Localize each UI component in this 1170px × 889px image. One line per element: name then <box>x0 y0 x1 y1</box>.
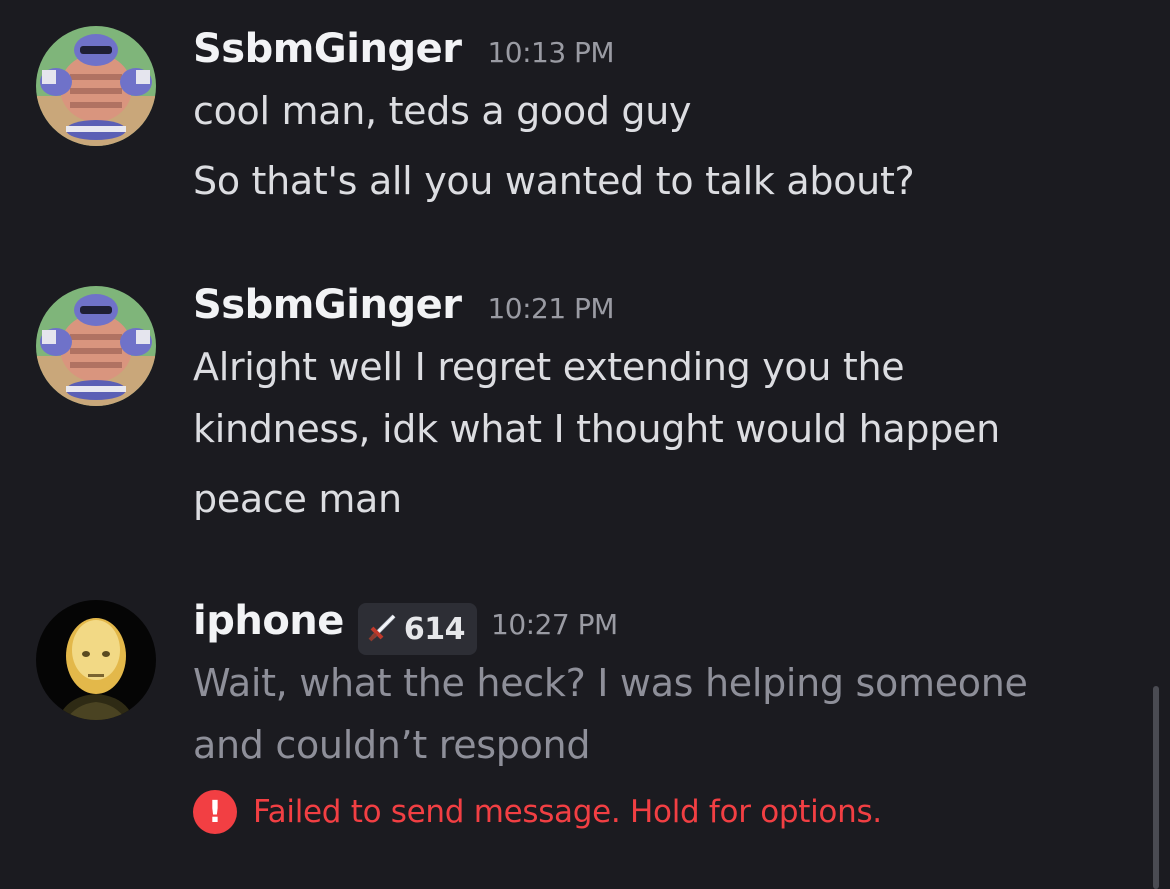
message-content: SsbmGinger 10:21 PM Alright well I regre… <box>193 282 1140 530</box>
message-content: iphone 614 10:27 PM Wait, what the heck?… <box>193 598 1140 834</box>
message-text[interactable]: So that's all you wanted to talk about? <box>193 150 1140 212</box>
error-text: Failed to send message. Hold for options… <box>253 794 882 830</box>
avatar[interactable] <box>36 600 156 720</box>
guild-tag-value: 614 <box>403 611 466 647</box>
message-content: SsbmGinger 10:13 PM cool man, teds a goo… <box>193 26 1140 212</box>
chat-view: SsbmGinger 10:13 PM cool man, teds a goo… <box>0 0 1170 889</box>
avatar[interactable] <box>36 286 156 406</box>
username[interactable]: iphone <box>193 598 344 644</box>
message-text[interactable]: Wait, what the heck? I was helping someo… <box>193 652 1140 714</box>
error-icon: ! <box>193 790 237 834</box>
message-header: iphone 614 10:27 PM <box>193 598 1140 655</box>
username[interactable]: SsbmGinger <box>193 282 462 328</box>
avatar[interactable] <box>36 26 156 146</box>
scrollbar[interactable] <box>1153 686 1159 889</box>
username[interactable]: SsbmGinger <box>193 26 462 72</box>
timestamp: 10:13 PM <box>487 36 615 69</box>
sword-icon <box>368 612 398 646</box>
message-text[interactable]: cool man, teds a good guy <box>193 80 1140 142</box>
send-error[interactable]: ! Failed to send message. Hold for optio… <box>193 790 1140 834</box>
message-header: SsbmGinger 10:13 PM <box>193 26 1140 76</box>
message-text[interactable]: peace man <box>193 468 1140 530</box>
message-text[interactable]: kindness, idk what I thought would happe… <box>193 398 1140 460</box>
message-header: SsbmGinger 10:21 PM <box>193 282 1140 332</box>
message-text[interactable]: Alright well I regret extending you the <box>193 336 1140 398</box>
timestamp: 10:27 PM <box>491 608 618 641</box>
guild-tag-badge[interactable]: 614 <box>357 603 478 655</box>
message-text[interactable]: and couldn’t respond <box>193 714 1140 776</box>
timestamp: 10:21 PM <box>487 292 615 325</box>
